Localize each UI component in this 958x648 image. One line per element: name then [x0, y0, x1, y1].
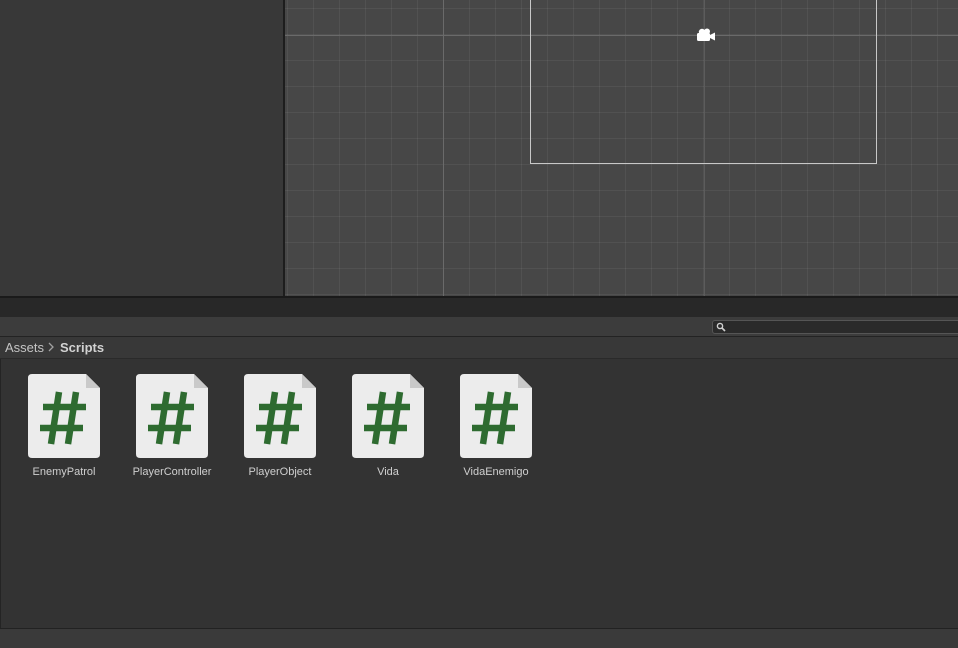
asset-name: PlayerObject	[248, 466, 312, 478]
asset-item[interactable]: EnemyPatrol	[10, 374, 118, 484]
search-input[interactable]	[712, 320, 958, 334]
asset-item[interactable]: VidaEnemigo	[442, 374, 550, 484]
scene-view[interactable]	[285, 0, 958, 296]
project-toolbar	[0, 317, 958, 337]
breadcrumb-item-assets[interactable]: Assets	[5, 340, 44, 355]
project-tab-strip	[0, 298, 958, 317]
asset-name: PlayerController	[132, 466, 212, 478]
asset-grid: EnemyPatrol PlayerController PlayerObjec…	[0, 359, 958, 628]
breadcrumb-item-scripts[interactable]: Scripts	[60, 340, 104, 355]
breadcrumb: Assets Scripts	[0, 337, 958, 359]
csharp-script-icon	[244, 374, 316, 458]
csharp-script-icon	[136, 374, 208, 458]
camera-frustum	[530, 0, 877, 164]
asset-item[interactable]: PlayerController	[118, 374, 226, 484]
asset-name: Vida	[377, 466, 399, 478]
camera-gizmo-icon[interactable]	[694, 26, 718, 44]
asset-name: EnemyPatrol	[32, 466, 96, 478]
asset-name: VidaEnemigo	[463, 466, 529, 478]
scene-axis-y	[443, 0, 444, 296]
project-status-bar	[0, 628, 958, 648]
hierarchy-panel	[0, 0, 283, 296]
csharp-script-icon	[460, 374, 532, 458]
csharp-script-icon	[352, 374, 424, 458]
asset-item[interactable]: PlayerObject	[226, 374, 334, 484]
search-icon	[716, 322, 726, 332]
asset-item[interactable]: Vida	[334, 374, 442, 484]
chevron-right-icon	[48, 342, 54, 352]
csharp-script-icon	[28, 374, 100, 458]
